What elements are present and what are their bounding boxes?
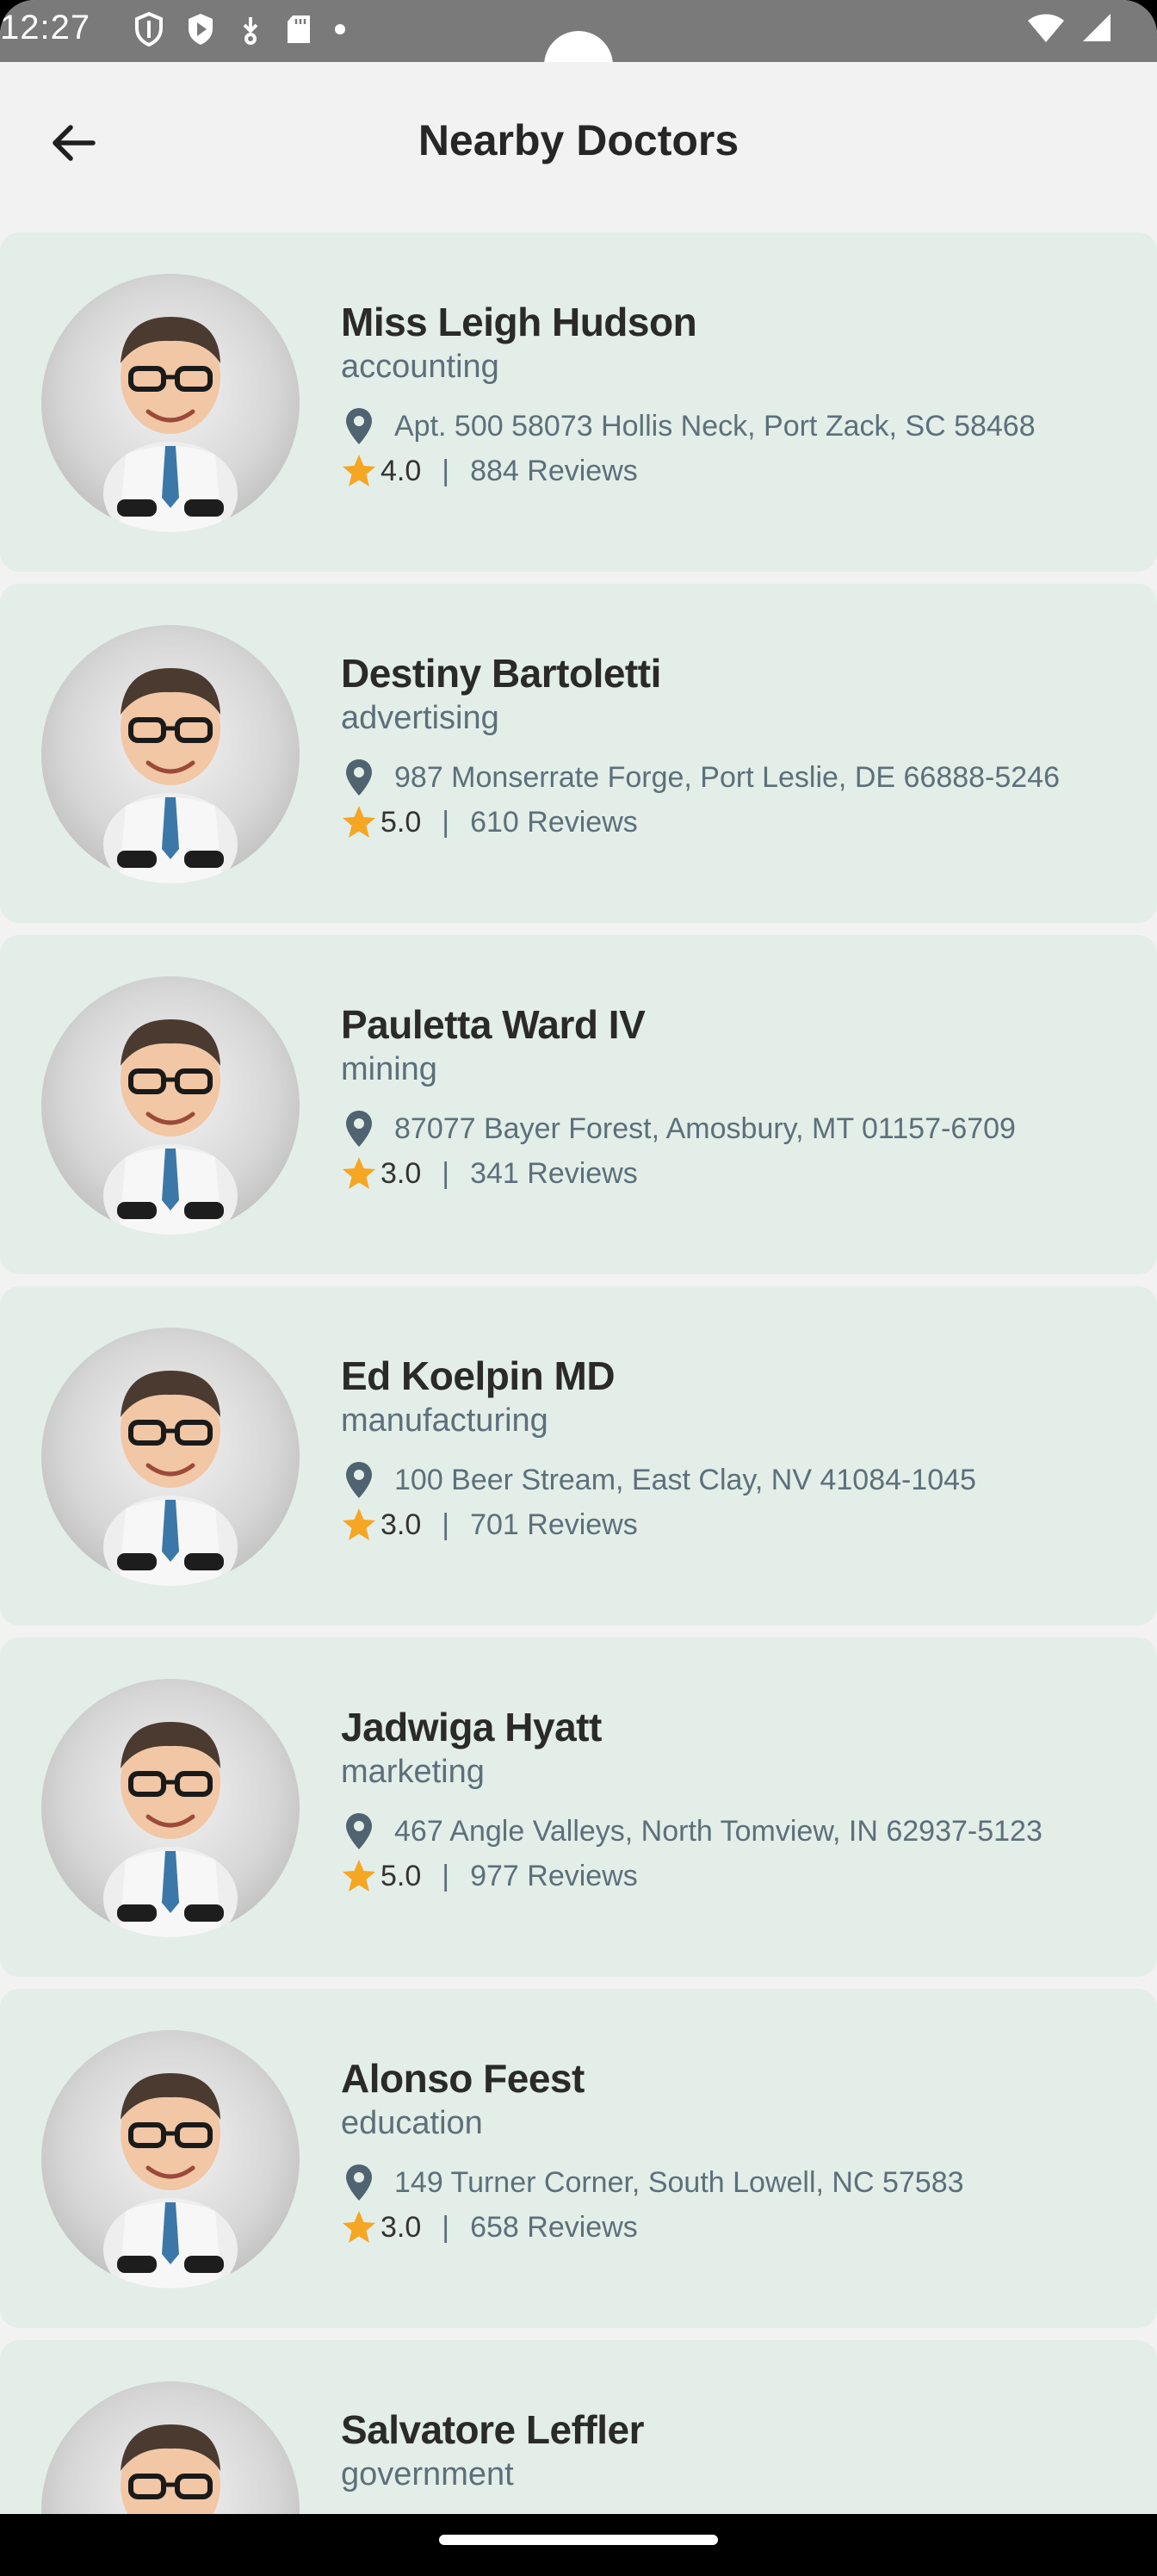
separator: |	[442, 454, 450, 487]
rating-row: 5.0 | 610 Reviews	[341, 801, 1140, 844]
doctor-avatar	[41, 976, 300, 1235]
location-pin-icon	[346, 2164, 372, 2201]
separator: |	[442, 1156, 450, 1190]
navigation-bar	[0, 2514, 1157, 2576]
notification-icons	[134, 11, 346, 51]
doctor-cartoon-icon	[103, 1371, 238, 1586]
rating-row: 4.0 | 884 Reviews	[341, 449, 1140, 492]
system-icons	[1026, 12, 1112, 47]
shield-icon	[134, 11, 164, 51]
rating-row: 5.0 | 977 Reviews	[341, 1855, 1140, 1898]
doctor-reviews: 884 Reviews	[470, 454, 638, 487]
doctor-address: 149 Turner Corner, South Lowell, NC 5758…	[394, 2165, 964, 2199]
doctor-cartoon-icon	[103, 1722, 238, 1937]
doctor-reviews: 658 Reviews	[470, 2210, 638, 2244]
separator: |	[442, 2210, 450, 2244]
location-pin-icon	[346, 1813, 372, 1849]
doctor-specialty: manufacturing	[341, 1403, 548, 1439]
doctor-specialty: mining	[341, 1051, 437, 1087]
home-indicator[interactable]	[439, 2535, 718, 2545]
address-row: 149 Turner Corner, South Lowell, NC 5758…	[341, 2159, 1140, 2206]
doctor-reviews: 701 Reviews	[470, 1508, 638, 1541]
doctor-specialty: government	[341, 2456, 514, 2492]
location-pin-icon	[346, 1111, 372, 1147]
doctor-card[interactable]: Destiny Bartoletti advertising 987 Monse…	[0, 584, 1157, 923]
rating-row: 3.0 | 701 Reviews	[341, 1503, 1140, 1546]
doctor-specialty: education	[341, 2105, 483, 2141]
location-pin-icon	[346, 408, 372, 444]
doctor-avatar	[41, 1679, 300, 1937]
star-icon	[343, 2211, 375, 2243]
star-icon	[343, 1157, 375, 1189]
doctor-name: Ed Koelpin MD	[341, 1353, 616, 1398]
doctor-avatar	[41, 274, 300, 532]
doctor-reviews: 977 Reviews	[470, 1859, 638, 1892]
location-pin-icon	[346, 759, 372, 796]
separator: |	[442, 1859, 450, 1892]
doctor-reviews: 341 Reviews	[470, 1156, 638, 1190]
doctor-address: 467 Angle Valleys, North Tomview, IN 629…	[394, 1814, 1043, 1848]
doctor-cartoon-icon	[103, 668, 238, 883]
doctor-rating: 5.0	[381, 805, 422, 839]
address-row: 100 Beer Stream, East Clay, NV 41084-104…	[341, 1457, 1140, 1503]
separator: |	[442, 1508, 450, 1541]
doctor-name: Jadwiga Hyatt	[341, 1705, 602, 1749]
doctor-card[interactable]: Ed Koelpin MD manufacturing 100 Beer Str…	[0, 1286, 1157, 1625]
address-row: 87077 Bayer Forest, Amosbury, MT 01157-6…	[341, 1105, 1140, 1152]
page-title: Nearby Doctors	[418, 116, 739, 164]
doctor-cartoon-icon	[103, 1019, 238, 1235]
doctor-card[interactable]: Alonso Feest education 149 Turner Corner…	[0, 1989, 1157, 2328]
app-bar: Nearby Doctors	[0, 62, 1157, 231]
doctor-rating: 4.0	[381, 454, 422, 487]
sd-card-icon	[286, 14, 312, 49]
download-icon	[238, 14, 263, 49]
doctor-rating: 3.0	[381, 1508, 422, 1541]
doctor-card[interactable]: Jadwiga Hyatt marketing 467 Angle Valley…	[0, 1638, 1157, 1977]
doctor-address: 100 Beer Stream, East Clay, NV 41084-104…	[394, 1463, 976, 1496]
doctor-cartoon-icon	[103, 317, 238, 532]
signal-icon	[1081, 12, 1112, 47]
star-icon	[343, 1860, 375, 1892]
doctor-name: Miss Leigh Hudson	[341, 300, 697, 344]
play-protect-icon	[186, 12, 215, 51]
doctor-address: 87077 Bayer Forest, Amosbury, MT 01157-6…	[394, 1112, 1016, 1145]
doctor-rating: 5.0	[381, 1859, 422, 1892]
doctor-avatar	[41, 1328, 300, 1586]
doctor-name: Salvatore Leffler	[341, 2407, 644, 2452]
doctor-name: Alonso Feest	[341, 2056, 585, 2101]
doctor-rating: 3.0	[381, 1156, 422, 1190]
doctor-card[interactable]: Pauletta Ward IV mining 87077 Bayer Fore…	[0, 935, 1157, 1274]
doctor-address: Apt. 500 58073 Hollis Neck, Port Zack, S…	[394, 409, 1036, 443]
rating-row: 3.0 | 658 Reviews	[341, 2206, 1140, 2249]
doctor-name: Pauletta Ward IV	[341, 1002, 646, 1047]
star-icon	[343, 1508, 375, 1540]
address-row: 467 Angle Valleys, North Tomview, IN 629…	[341, 1808, 1140, 1855]
doctor-cartoon-icon	[103, 2073, 238, 2288]
dot-icon	[334, 23, 346, 40]
doctor-name: Destiny Bartoletti	[341, 651, 661, 696]
rating-row: 3.0 | 341 Reviews	[341, 1152, 1140, 1195]
doctor-card[interactable]: Miss Leigh Hudson accounting Apt. 500 58…	[0, 232, 1157, 572]
phone-screen: 12:27 Nearby Doctors Miss Leigh Hudson a…	[0, 0, 1157, 2576]
star-icon	[343, 806, 375, 838]
address-row: 987 Monserrate Forge, Port Leslie, DE 66…	[341, 754, 1140, 801]
doctor-specialty: marketing	[341, 1754, 485, 1790]
location-pin-icon	[346, 1462, 372, 1498]
doctor-specialty: advertising	[341, 700, 499, 736]
doctor-avatar	[41, 625, 300, 883]
doctor-reviews: 610 Reviews	[470, 805, 638, 839]
status-time: 12:27	[0, 9, 91, 46]
doctor-specialty: accounting	[341, 349, 499, 385]
star-icon	[343, 455, 375, 486]
address-row: Apt. 500 58073 Hollis Neck, Port Zack, S…	[341, 403, 1140, 449]
doctor-rating: 3.0	[381, 2210, 422, 2244]
separator: |	[442, 805, 450, 839]
doctor-address: 987 Monserrate Forge, Port Leslie, DE 66…	[394, 760, 1061, 794]
wifi-icon	[1026, 12, 1066, 47]
doctor-avatar	[41, 2030, 300, 2288]
